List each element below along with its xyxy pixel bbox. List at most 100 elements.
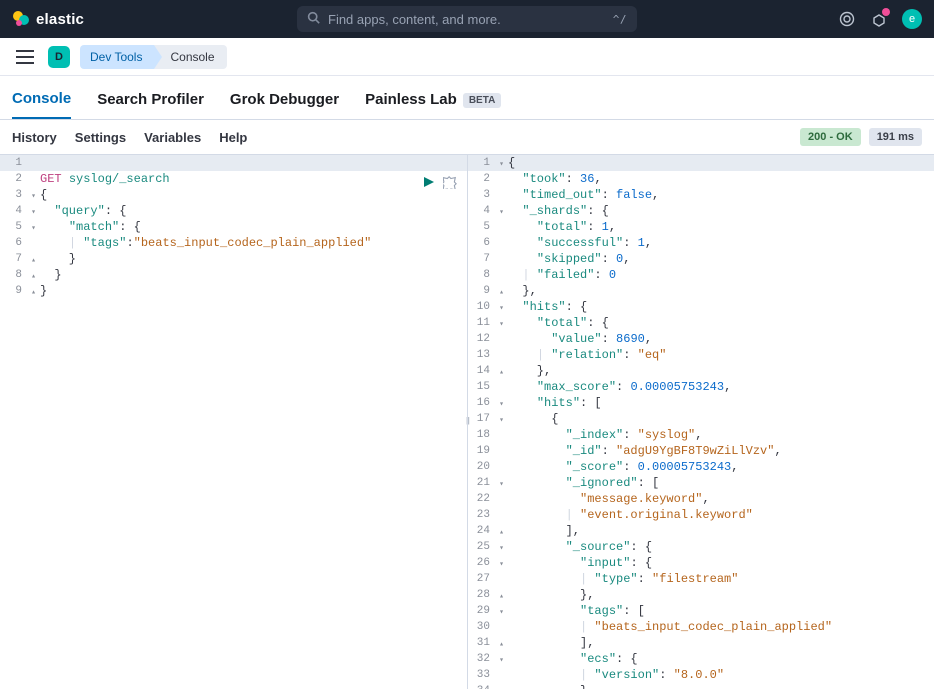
- code-line[interactable]: 17▾ {: [468, 411, 934, 427]
- code-line[interactable]: 6 | "tags":"beats_input_codec_plain_appl…: [0, 235, 467, 251]
- fold-toggle-icon[interactable]: ▾: [31, 189, 36, 205]
- user-avatar[interactable]: e: [902, 9, 922, 29]
- code-line[interactable]: 2GET syslog/_search: [0, 171, 467, 187]
- fold-toggle-icon[interactable]: ▴: [499, 525, 504, 541]
- code-line[interactable]: 10▾ "hits": {: [468, 299, 934, 315]
- tab-search-profiler[interactable]: Search Profiler: [97, 91, 204, 118]
- code-line[interactable]: 7 "skipped": 0,: [468, 251, 934, 267]
- code-line[interactable]: 24▴ ],: [468, 523, 934, 539]
- tab-grok-debugger[interactable]: Grok Debugger: [230, 91, 339, 118]
- fold-toggle-icon[interactable]: ▾: [499, 477, 504, 493]
- breadcrumb-devtools[interactable]: Dev Tools: [80, 45, 154, 69]
- fold-toggle-icon[interactable]: ▴: [31, 253, 36, 269]
- code-line[interactable]: 23 | "event.original.keyword": [468, 507, 934, 523]
- code-line[interactable]: 30 | "beats_input_codec_plain_applied": [468, 619, 934, 635]
- code-line[interactable]: 4▾ "_shards": {: [468, 203, 934, 219]
- code-content: "value": 8690,: [496, 331, 652, 347]
- fold-toggle-icon[interactable]: ▾: [499, 157, 504, 173]
- code-line[interactable]: 22 "message.keyword",: [468, 491, 934, 507]
- fold-toggle-icon[interactable]: ▴: [499, 285, 504, 301]
- code-content: },: [496, 587, 594, 603]
- code-line[interactable]: 4▾ "query": {: [0, 203, 467, 219]
- newsfeed-icon[interactable]: [870, 10, 888, 28]
- code-line[interactable]: 8 | "failed": 0: [468, 267, 934, 283]
- fold-toggle-icon[interactable]: ▾: [499, 557, 504, 573]
- run-request-icon[interactable]: [423, 176, 435, 193]
- fold-toggle-icon[interactable]: ▾: [499, 397, 504, 413]
- code-line[interactable]: 14▴ },: [468, 363, 934, 379]
- fold-toggle-icon[interactable]: ▴: [499, 365, 504, 381]
- fold-toggle-icon[interactable]: ▴: [31, 285, 36, 301]
- fold-toggle-icon[interactable]: ▾: [499, 317, 504, 333]
- line-number: 28▴: [468, 587, 496, 603]
- code-line[interactable]: 34▴ },: [468, 683, 934, 689]
- console-toolbar: History Settings Variables Help 200 - OK…: [0, 120, 934, 155]
- code-line[interactable]: 15 "max_score": 0.00005753243,: [468, 379, 934, 395]
- line-number: 1: [0, 155, 28, 171]
- code-line[interactable]: 19 "_id": "adgU9YgBF8T9wZiLlVzv",: [468, 443, 934, 459]
- code-line[interactable]: 12 "value": 8690,: [468, 331, 934, 347]
- code-line[interactable]: 9▴ },: [468, 283, 934, 299]
- fold-toggle-icon[interactable]: ▴: [499, 685, 504, 689]
- fold-toggle-icon[interactable]: ▾: [499, 413, 504, 429]
- request-editor[interactable]: 12GET syslog/_search3▾{4▾ "query": {5▾ "…: [0, 155, 467, 689]
- code-line[interactable]: 32▾ "ecs": {: [468, 651, 934, 667]
- code-line[interactable]: 5▾ "match": {: [0, 219, 467, 235]
- fold-toggle-icon[interactable]: ▾: [31, 205, 36, 221]
- code-line[interactable]: 9▴}: [0, 283, 467, 299]
- toolbar-help[interactable]: Help: [219, 130, 247, 145]
- header-actions: e: [838, 9, 922, 29]
- fold-toggle-icon[interactable]: ▾: [499, 605, 504, 621]
- code-line[interactable]: 1: [0, 155, 467, 171]
- elastic-logo-icon: [12, 10, 30, 28]
- code-line[interactable]: 21▾ "_ignored": [: [468, 475, 934, 491]
- code-content: "successful": 1,: [496, 235, 652, 251]
- toolbar-history[interactable]: History: [12, 130, 57, 145]
- code-line[interactable]: 18 "_index": "syslog",: [468, 427, 934, 443]
- fold-toggle-icon[interactable]: ▴: [31, 269, 36, 285]
- breadcrumb-console[interactable]: Console: [154, 45, 226, 69]
- code-line[interactable]: 31▴ ],: [468, 635, 934, 651]
- code-line[interactable]: 6 "successful": 1,: [468, 235, 934, 251]
- brand-logo[interactable]: elastic: [12, 10, 84, 28]
- fold-toggle-icon[interactable]: ▴: [499, 589, 504, 605]
- response-viewer[interactable]: 1▾{2 "took": 36,3 "timed_out": false,4▾ …: [467, 155, 934, 689]
- code-line[interactable]: 13 | "relation": "eq": [468, 347, 934, 363]
- code-content: "_score": 0.00005753243,: [496, 459, 738, 475]
- code-line[interactable]: 20 "_score": 0.00005753243,: [468, 459, 934, 475]
- code-line[interactable]: 28▴ },: [468, 587, 934, 603]
- fold-toggle-icon[interactable]: ▾: [499, 301, 504, 317]
- line-number: 29▾: [468, 603, 496, 619]
- code-line[interactable]: 29▾ "tags": [: [468, 603, 934, 619]
- fold-toggle-icon[interactable]: ▾: [499, 653, 504, 669]
- code-line[interactable]: 26▾ "input": {: [468, 555, 934, 571]
- code-line[interactable]: 2 "took": 36,: [468, 171, 934, 187]
- global-search[interactable]: Find apps, content, and more. ^/: [297, 6, 637, 32]
- code-line[interactable]: 11▾ "total": {: [468, 315, 934, 331]
- code-line[interactable]: 5 "total": 1,: [468, 219, 934, 235]
- tab-console[interactable]: Console: [12, 90, 71, 119]
- code-line[interactable]: 25▾ "_source": {: [468, 539, 934, 555]
- request-options-icon[interactable]: [443, 175, 457, 194]
- toolbar-settings[interactable]: Settings: [75, 130, 126, 145]
- code-line[interactable]: 3▾{: [0, 187, 467, 203]
- fold-toggle-icon[interactable]: ▾: [31, 221, 36, 237]
- help-icon[interactable]: [838, 10, 856, 28]
- fold-toggle-icon[interactable]: ▾: [499, 541, 504, 557]
- code-line[interactable]: 3 "timed_out": false,: [468, 187, 934, 203]
- nav-toggle-icon[interactable]: [12, 44, 38, 70]
- code-line[interactable]: 8▴ }: [0, 267, 467, 283]
- code-line[interactable]: 33 | "version": "8.0.0": [468, 667, 934, 683]
- code-line[interactable]: 7▴ }: [0, 251, 467, 267]
- line-number: 16▾: [468, 395, 496, 411]
- toolbar-variables[interactable]: Variables: [144, 130, 201, 145]
- code-line[interactable]: 27 | "type": "filestream": [468, 571, 934, 587]
- space-selector[interactable]: D: [48, 46, 70, 68]
- code-line[interactable]: 16▾ "hits": [: [468, 395, 934, 411]
- line-number: 33: [468, 667, 496, 683]
- tab-painless-lab[interactable]: Painless LabBETA: [365, 91, 501, 118]
- fold-toggle-icon[interactable]: ▴: [499, 637, 504, 653]
- line-number: 10▾: [468, 299, 496, 315]
- code-line[interactable]: 1▾{: [468, 155, 934, 171]
- fold-toggle-icon[interactable]: ▾: [499, 205, 504, 221]
